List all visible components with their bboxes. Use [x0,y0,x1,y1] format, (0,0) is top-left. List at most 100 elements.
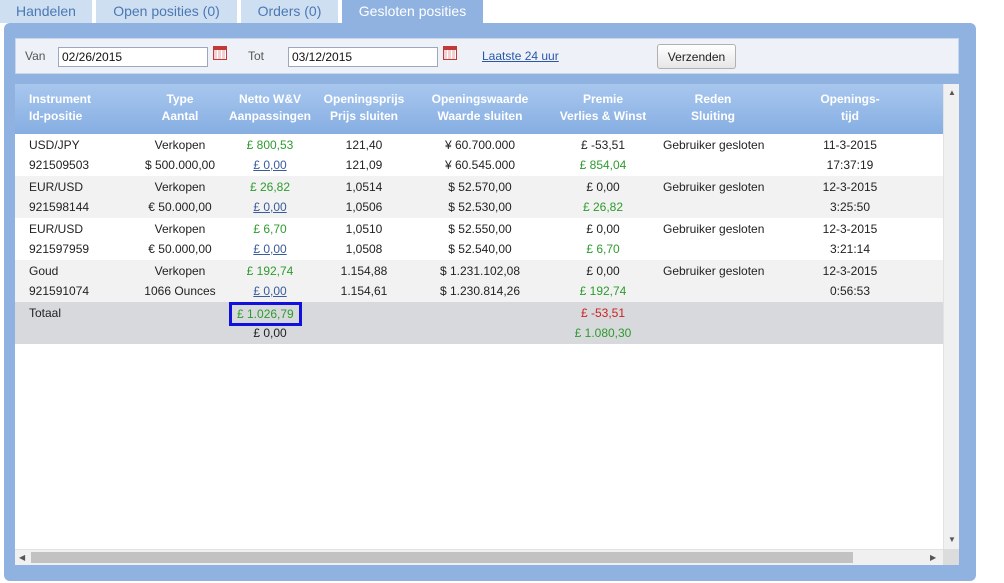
col-header-premium: Premie Verlies & Winst [559,92,647,123]
open-price-cell: 1.154,88 [340,264,388,278]
total-row: Totaal £ 1.026,79 £ 0,00 £ -53,51 £ 1.08… [15,302,943,344]
close-reason-cell: Gebruiker gesloten [663,138,765,152]
position-id-cell: 921509503 [29,158,90,172]
open-price-cell: 121,40 [345,138,383,152]
open-value-cell: $ 52.550,00 [448,222,512,236]
open-time-cell: 3:25:50 [829,200,871,214]
tab-gesloten-posities[interactable]: Gesloten posities [342,0,483,25]
profit-loss-cell: £ 854,04 [579,158,627,172]
total-label: Totaal [29,306,62,320]
scroll-right-arrow-icon[interactable]: ▶ [930,553,936,563]
table-row[interactable]: USD/JPY 921509503 Verkopen $ 500.000,00 … [15,134,943,176]
close-price-cell: 121,09 [345,158,383,172]
to-date-input[interactable] [288,47,438,67]
col-header-type: Type Aantal [161,92,199,123]
type-cell: Verkopen [154,222,206,236]
profit-loss-cell: £ 192,74 [579,284,627,298]
adjustments-link[interactable]: £ 0,00 [220,155,320,175]
table-row[interactable]: Goud 921591074 Verkopen 1066 Ounces £ 19… [15,260,943,302]
col-header-open-price: Openingsprijs Prijs sluiten [323,92,405,123]
from-calendar-icon[interactable] [213,46,227,60]
close-reason-cell: Gebruiker gesloten [663,222,765,236]
open-time-cell: 0:56:53 [829,284,871,298]
type-cell: Verkopen [154,180,206,194]
table-header: Instrument Id-positie Type Aantal Netto W&… [15,84,943,134]
profit-loss-cell: £ 26,82 [582,200,624,214]
instrument-cell: EUR/USD [29,222,84,236]
scroll-up-arrow-icon[interactable]: ▲ [948,88,956,98]
vertical-scrollbar[interactable]: ▲ ▼ [943,84,959,549]
horizontal-scroll-thumb[interactable] [31,552,853,563]
net-pl-cell: £ 192,74 [246,264,294,278]
to-label: Tot [248,49,265,63]
close-price-cell: 1,0506 [345,200,383,214]
last-24-hours-link[interactable]: Laatste 24 uur [482,49,559,63]
scroll-left-arrow-icon[interactable]: ◀ [19,553,25,563]
instrument-cell: USD/JPY [29,138,80,152]
type-cell: Verkopen [154,264,206,278]
tab-orders[interactable]: Orders (0) [241,0,338,23]
closed-positions-table: Instrument Id-positie Type Aantal Netto W&… [15,84,959,565]
open-date-cell: 12-3-2015 [822,222,878,236]
close-price-cell: 1,0508 [345,242,383,256]
open-date-cell: 11-3-2015 [823,138,877,152]
scroll-down-arrow-icon[interactable]: ▼ [948,535,956,545]
close-value-cell: $ 52.530,00 [448,200,512,214]
amount-cell: 1066 Ounces [144,284,216,298]
instrument-cell: Goud [29,264,59,278]
tab-open-posities[interactable]: Open posities (0) [96,0,237,23]
instrument-cell: EUR/USD [29,180,84,194]
submit-button[interactable]: Verzenden [657,44,736,69]
close-reason-cell: Gebruiker gesloten [663,264,765,278]
tab-bar: Handelen Open posities (0) Orders (0) Ge… [0,0,1004,25]
premium-cell: £ 0,00 [586,264,620,278]
amount-cell: € 50.000,00 [148,200,212,214]
position-id-cell: 921591074 [29,284,90,298]
amount-cell: $ 500.000,00 [144,158,216,172]
table-row[interactable]: EUR/USD 921598144 Verkopen € 50.000,00 £… [15,176,943,218]
total-profit-loss-cell: £ 1.080,30 [574,326,632,340]
amount-cell: € 50.000,00 [148,242,212,256]
total-adjustments-cell: £ 0,00 [253,326,287,340]
profit-loss-cell: £ 6,70 [586,242,620,256]
to-calendar-icon[interactable] [443,46,457,60]
scrollbar-corner [943,549,959,565]
horizontal-scrollbar[interactable]: ◀ ▶ [15,549,959,565]
col-header-open-value: Openingswaarde Waarde sluiten [431,92,529,123]
premium-cell: £ -53,51 [580,138,626,152]
open-price-cell: 1,0510 [345,222,383,236]
open-value-cell: $ 52.570,00 [448,180,512,194]
open-time-cell: 3:21:14 [829,242,871,256]
close-value-cell: $ 1.230.814,26 [439,284,521,298]
net-pl-cell: £ 26,82 [249,180,291,194]
tab-handelen[interactable]: Handelen [0,0,92,23]
close-value-cell: ¥ 60.545.000 [444,158,516,172]
premium-cell: £ 0,00 [586,222,620,236]
net-pl-cell: £ 6,70 [253,222,287,236]
open-value-cell: $ 1.231.102,08 [439,264,521,278]
table-row[interactable]: EUR/USD 921597959 Verkopen € 50.000,00 £… [15,218,943,260]
open-value-cell: ¥ 60.700.000 [444,138,516,152]
close-reason-cell: Gebruiker gesloten [663,180,765,194]
type-cell: Verkopen [154,138,206,152]
close-price-cell: 1.154,61 [340,284,388,298]
close-value-cell: $ 52.540,00 [448,242,512,256]
open-date-cell: 12-3-2015 [822,264,878,278]
position-id-cell: 921597959 [29,242,90,256]
total-premium-cell: £ -53,51 [580,306,626,320]
from-date-input[interactable] [58,47,208,67]
from-label: Van [25,49,46,63]
open-price-cell: 1,0514 [345,180,383,194]
position-id-cell: 921598144 [29,200,90,214]
adjustments-link[interactable]: £ 0,00 [220,281,320,301]
open-date-cell: 12-3-2015 [822,180,878,194]
col-header-reason: Reden Sluiting [691,92,735,123]
open-time-cell: 17:37:19 [826,158,874,172]
premium-cell: £ 0,00 [586,180,620,194]
adjustments-link[interactable]: £ 0,00 [220,239,320,259]
adjustments-link[interactable]: £ 0,00 [220,197,320,217]
net-pl-cell: £ 800,53 [246,138,294,152]
col-header-open-time: Openings-tijd [820,92,880,123]
date-filter-bar: Van Tot Laatste 24 uur Verzenden [15,38,959,74]
col-header-instrument: Instrument Id-positie [29,92,92,123]
